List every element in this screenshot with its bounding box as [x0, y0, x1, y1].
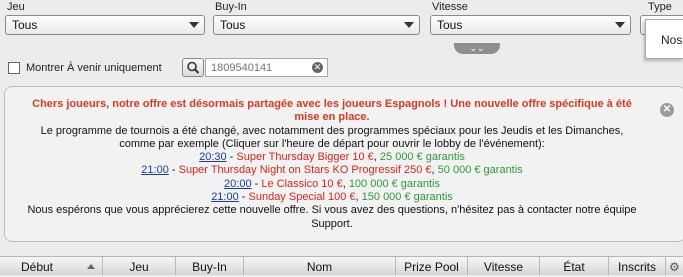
promo-guarantee: 100 000 € garantis [348, 177, 440, 190]
promo-time-link[interactable]: 20:00 [224, 178, 252, 190]
column-header-vitesse[interactable]: Vitesse [468, 257, 540, 275]
buyin-select-value: Tous [220, 18, 246, 32]
promo-name: Super Thursday Bigger 10 € [236, 151, 374, 164]
expand-filters-button[interactable]: ⌄⌄ [454, 43, 500, 54]
announcement-headline: Chers joueurs, notre offre est désormais… [32, 98, 632, 124]
type-dropdown-option[interactable]: Nos [661, 33, 682, 47]
search-icon [187, 61, 200, 74]
buyin-select[interactable]: Tous [213, 15, 420, 35]
tournament-search-input[interactable] [205, 58, 328, 77]
type-dropdown-list[interactable]: Nos [645, 19, 683, 59]
upcoming-only-checkbox[interactable] [8, 62, 20, 74]
column-header-inscrits[interactable]: Inscrits [609, 257, 666, 275]
promo-time-link[interactable]: 21:00 [141, 164, 169, 176]
vitesse-select[interactable]: Tous [430, 15, 631, 35]
column-header-nom[interactable]: Nom [244, 257, 396, 275]
column-header-prize-pool[interactable]: Prize Pool [396, 257, 468, 275]
announcement-footer: Nous espérons que vous apprécierez cette… [27, 204, 637, 230]
promo-line: 20:00 - Le Classico 10 €, 100 000 € gara… [224, 177, 440, 190]
search-button[interactable] [182, 58, 204, 77]
promo-name: Super Thursday Night on Stars KO Progres… [178, 164, 432, 177]
vitesse-filter-label: Vitesse [432, 1, 468, 13]
column-header-jeu[interactable]: Jeu [103, 257, 176, 275]
promo-time-link[interactable]: 21:00 [211, 191, 239, 203]
jeu-filter-label: Jeu [7, 1, 25, 13]
gear-icon[interactable]: ⚙ [669, 260, 680, 274]
upcoming-only-toggle[interactable]: Montrer À venir uniquement [8, 61, 162, 75]
close-icon[interactable]: ✕ [660, 103, 674, 117]
promo-guarantee: 150 000 € garantis [361, 191, 453, 204]
promo-line: 20:30 - Super Thursday Bigger 10 €, 25 0… [199, 151, 465, 164]
promo-time-link[interactable]: 20:30 [199, 151, 227, 163]
promo-line: 21:00 - Super Thursday Night on Stars KO… [141, 164, 523, 177]
type-filter-label: Type [648, 1, 672, 13]
announcement-body: Le programme de tournois a été changé, a… [40, 124, 624, 150]
jeu-select[interactable]: Tous [5, 15, 205, 35]
double-chevron-down-icon: ⌄⌄ [469, 43, 485, 53]
chevron-down-icon [189, 22, 199, 28]
sort-ascending-icon [87, 264, 95, 269]
chevron-down-icon [404, 22, 414, 28]
buyin-filter-label: Buy-In [215, 1, 247, 13]
clear-search-icon[interactable]: ✕ [312, 62, 323, 73]
jeu-select-value: Tous [12, 18, 38, 32]
chevron-down-icon [615, 22, 625, 28]
announcement-text: Chers joueurs, notre offre est désormais… [22, 98, 642, 231]
column-header-buyin[interactable]: Buy-In [176, 257, 244, 275]
promo-guarantee: 50 000 € garantis [437, 164, 523, 177]
vitesse-select-value: Tous [437, 18, 463, 32]
upcoming-only-label: Montrer À venir uniquement [26, 62, 162, 74]
promo-name: Le Classico 10 € [261, 177, 343, 190]
promo-guarantee: 25 000 € garantis [379, 151, 465, 164]
promo-name: Sunday Special 100 € [248, 191, 356, 204]
column-header-etat[interactable]: État [540, 257, 609, 275]
promo-line: 21:00 - Sunday Special 100 €, 150 000 € … [211, 191, 453, 204]
tournament-table-header: Début Jeu Buy-In Nom Prize Pool Vitesse … [0, 256, 683, 275]
